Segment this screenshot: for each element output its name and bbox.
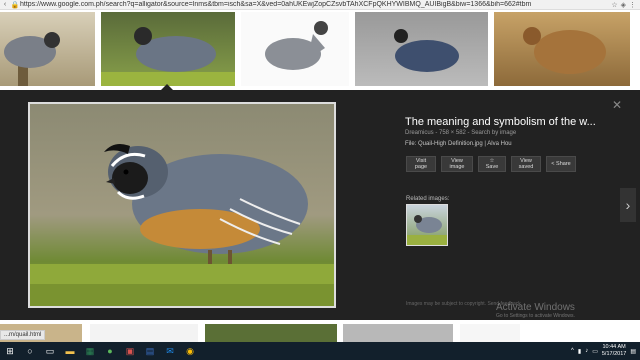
related-image-thumbnail[interactable] [406,204,448,246]
outlook-icon[interactable]: ✉ [160,342,180,360]
phone-app-icon[interactable]: ● [100,342,120,360]
chevron-up-icon[interactable]: ^ [571,348,574,354]
clock[interactable]: 10:44 AM 5/17/2017 [602,344,626,358]
toolbar-icons: ☆ ◈ ⋮ [611,1,640,9]
notifications-icon[interactable]: ▤ [630,348,636,355]
excel-icon[interactable]: ▦ [80,342,100,360]
extension-icon[interactable]: ◈ [621,1,626,9]
save-button[interactable]: ☆ Save [478,156,506,172]
close-icon[interactable]: ✕ [612,98,622,112]
file-explorer-icon[interactable]: ▬ [60,342,80,360]
address-bar: ‹ 🔒 https://www.google.com.ph/search?q=a… [0,0,640,10]
result-thumbnail[interactable] [343,324,453,342]
preview-meta: Dreamicus - 758 × 582 - Search by image [405,130,517,136]
image-results-row-bottom [0,320,640,342]
view-image-button[interactable]: View image [441,156,473,172]
result-thumbnail[interactable] [90,324,198,342]
view-saved-button[interactable]: View saved [511,156,541,172]
clock-date: 5/17/2017 [601,351,627,357]
result-thumbnail[interactable] [460,324,520,342]
url-field[interactable]: https://www.google.com.ph/search?q=allig… [20,1,611,8]
word-icon[interactable]: ▤ [140,342,160,360]
system-tray: ^ ▮ ♪ ▭ 10:44 AM 5/17/2017 ▤ [571,344,640,358]
result-thumbnail[interactable] [355,12,488,86]
result-thumbnail[interactable] [0,12,95,86]
result-thumbnail[interactable] [494,12,630,86]
image-preview-panel: The meaning and symbolism of the w... Dr… [0,90,640,320]
task-view-icon[interactable]: ▭ [40,342,60,360]
preview-title[interactable]: The meaning and symbolism of the w... [405,116,605,128]
clock-time: 10:44 AM [602,344,626,350]
image-results-row [0,10,640,88]
visit-page-button[interactable]: Visit page [406,156,436,172]
preview-image[interactable] [28,102,336,308]
chevron-right-icon[interactable]: › [620,188,636,222]
share-button[interactable]: < Share [546,156,576,172]
result-thumbnail[interactable] [205,324,337,342]
status-bar-url: ...m/quail.html [0,330,46,340]
powerpoint-icon[interactable]: ▣ [120,342,140,360]
result-thumbnail-selected[interactable] [101,12,235,86]
watermark-title: Activate Windows [496,302,575,313]
watermark-subtitle: Go to Settings to activate Windows. [496,313,575,319]
share-label: Share [556,161,571,167]
star-icon[interactable]: ☆ [611,1,617,9]
file-label: File: [405,141,417,147]
preview-actions: Visit page View image ☆ Save View saved … [406,156,576,172]
back-icon[interactable]: ‹ [0,1,10,8]
related-images-label: Related images: [406,196,450,202]
windows-start-icon[interactable]: ⊞ [0,342,20,360]
volume-icon[interactable]: ♪ [585,348,588,354]
network-icon[interactable]: ▮ [578,348,581,355]
windows-taskbar: ⊞ ○ ▭ ▬ ▦ ● ▣ ▤ ✉ ◉ ^ ▮ ♪ ▭ 10:44 AM 5/1… [0,342,640,360]
preview-file: File: Quail-High Definition.jpg | Alva H… [405,141,512,147]
chrome-icon[interactable]: ◉ [180,342,200,360]
copyright-text: Images may be subject to copyright. [406,301,487,307]
menu-icon[interactable]: ⋮ [629,1,636,9]
lock-icon: 🔒 [10,1,20,9]
search-icon[interactable]: ○ [20,342,40,360]
file-name-link[interactable]: Quail-High Definition.jpg | Alva Hou [418,141,512,147]
battery-icon[interactable]: ▭ [592,348,598,355]
activate-windows-watermark: Activate Windows Go to Settings to activ… [496,302,575,319]
result-thumbnail[interactable] [241,12,349,86]
